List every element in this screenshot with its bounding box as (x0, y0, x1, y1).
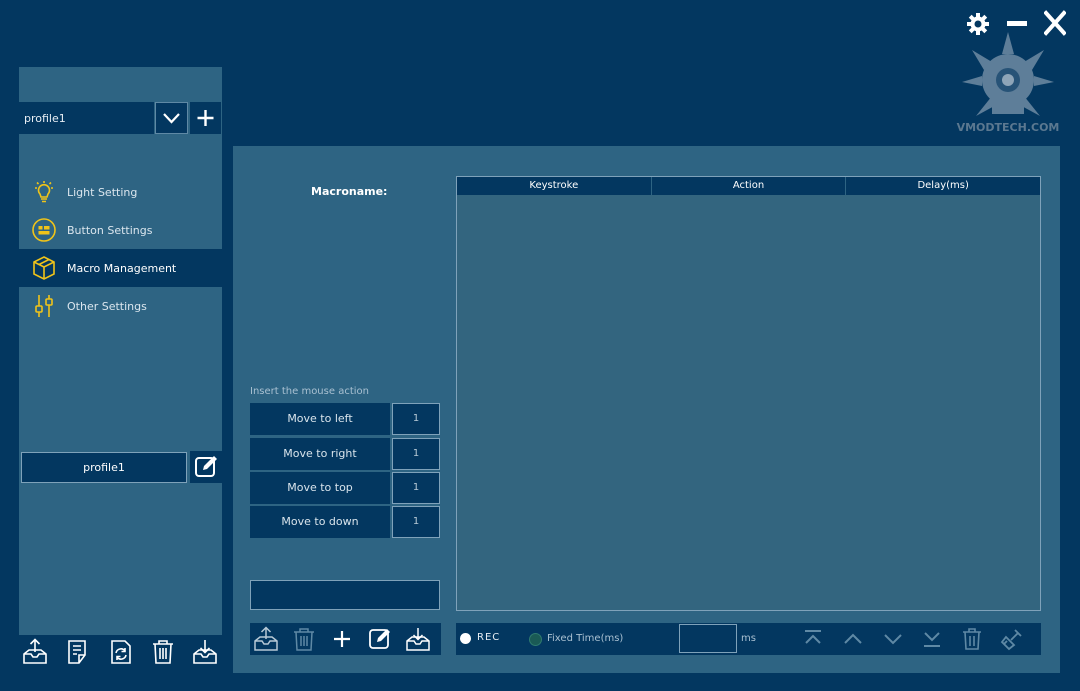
trash-icon[interactable] (150, 638, 176, 666)
move-down-button[interactable]: Move to down (250, 506, 390, 538)
move-down-value[interactable]: 1 (392, 506, 440, 538)
cube-icon (33, 256, 55, 280)
refresh-icon[interactable] (108, 638, 134, 666)
sidebar-item-other-settings[interactable]: Other Settings (19, 287, 222, 325)
import-icon[interactable] (405, 626, 431, 652)
move-right-button[interactable]: Move to right (250, 438, 390, 470)
insert-mouse-action-label: Insert the mouse action (250, 386, 369, 397)
macro-table-header: Keystroke Action Delay(ms) (457, 177, 1040, 195)
trash-icon[interactable] (291, 626, 317, 652)
move-top-icon[interactable] (801, 627, 825, 651)
move-up-icon[interactable] (841, 627, 865, 651)
trash-icon[interactable] (960, 627, 984, 651)
sidebar-item-label: Button Settings (67, 223, 153, 237)
export-icon[interactable] (253, 626, 279, 652)
sliders-icon (35, 295, 53, 317)
add-icon[interactable] (329, 626, 355, 652)
macro-toolbar (250, 623, 441, 655)
column-header-delay: Delay(ms) (917, 180, 969, 191)
export-icon[interactable] (22, 638, 48, 666)
move-down-icon[interactable] (881, 627, 905, 651)
profile-name-field[interactable]: profile1 (21, 452, 187, 483)
record-label: REC (477, 632, 501, 643)
profile-dropdown-button[interactable] (155, 102, 188, 134)
plus-icon (197, 110, 214, 126)
edit-profile-button[interactable] (190, 451, 222, 483)
record-radio[interactable] (460, 633, 471, 644)
fixed-time-radio[interactable] (529, 633, 542, 646)
notes-icon[interactable] (65, 638, 91, 666)
macro-name-label: Macroname: (311, 185, 388, 198)
chevron-down-icon (163, 113, 180, 124)
sidebar-item-light-setting[interactable]: Light Setting (19, 173, 222, 211)
move-top-button[interactable]: Move to top (250, 472, 390, 504)
move-bottom-icon[interactable] (920, 627, 944, 651)
macro-name-input[interactable] (250, 580, 440, 610)
import-icon[interactable] (192, 638, 218, 666)
fixed-time-label: Fixed Time(ms) (547, 633, 624, 644)
button-grid-icon (32, 218, 56, 242)
sidebar-item-macro-management[interactable]: Macro Management (19, 249, 222, 287)
clear-icon[interactable] (1000, 627, 1024, 651)
edit-icon[interactable] (367, 626, 393, 652)
profile-select[interactable]: profile1 (19, 102, 154, 134)
column-header-action: Action (652, 177, 847, 195)
add-profile-button[interactable] (190, 102, 221, 134)
sidebar-item-label: Macro Management (67, 261, 177, 275)
move-right-value[interactable]: 1 (392, 438, 440, 470)
watermark-logo (952, 30, 1064, 134)
move-top-value[interactable]: 1 (392, 472, 440, 504)
watermark-text: VMODTECH.COM (956, 121, 1060, 134)
move-left-value[interactable]: 1 (392, 403, 440, 435)
lightbulb-icon (35, 181, 53, 203)
sidebar (19, 67, 222, 635)
fixed-time-input[interactable] (679, 624, 737, 653)
move-left-button[interactable]: Move to left (250, 403, 390, 435)
sidebar-item-button-settings[interactable]: Button Settings (19, 211, 222, 249)
column-header-keystroke: Keystroke (457, 177, 652, 195)
sidebar-item-label: Light Setting (67, 185, 138, 199)
minimize-icon[interactable] (1006, 15, 1028, 31)
macro-table[interactable] (456, 176, 1041, 611)
ms-unit-label: ms (741, 633, 756, 644)
sidebar-item-label: Other Settings (67, 299, 147, 313)
edit-icon (195, 456, 217, 477)
